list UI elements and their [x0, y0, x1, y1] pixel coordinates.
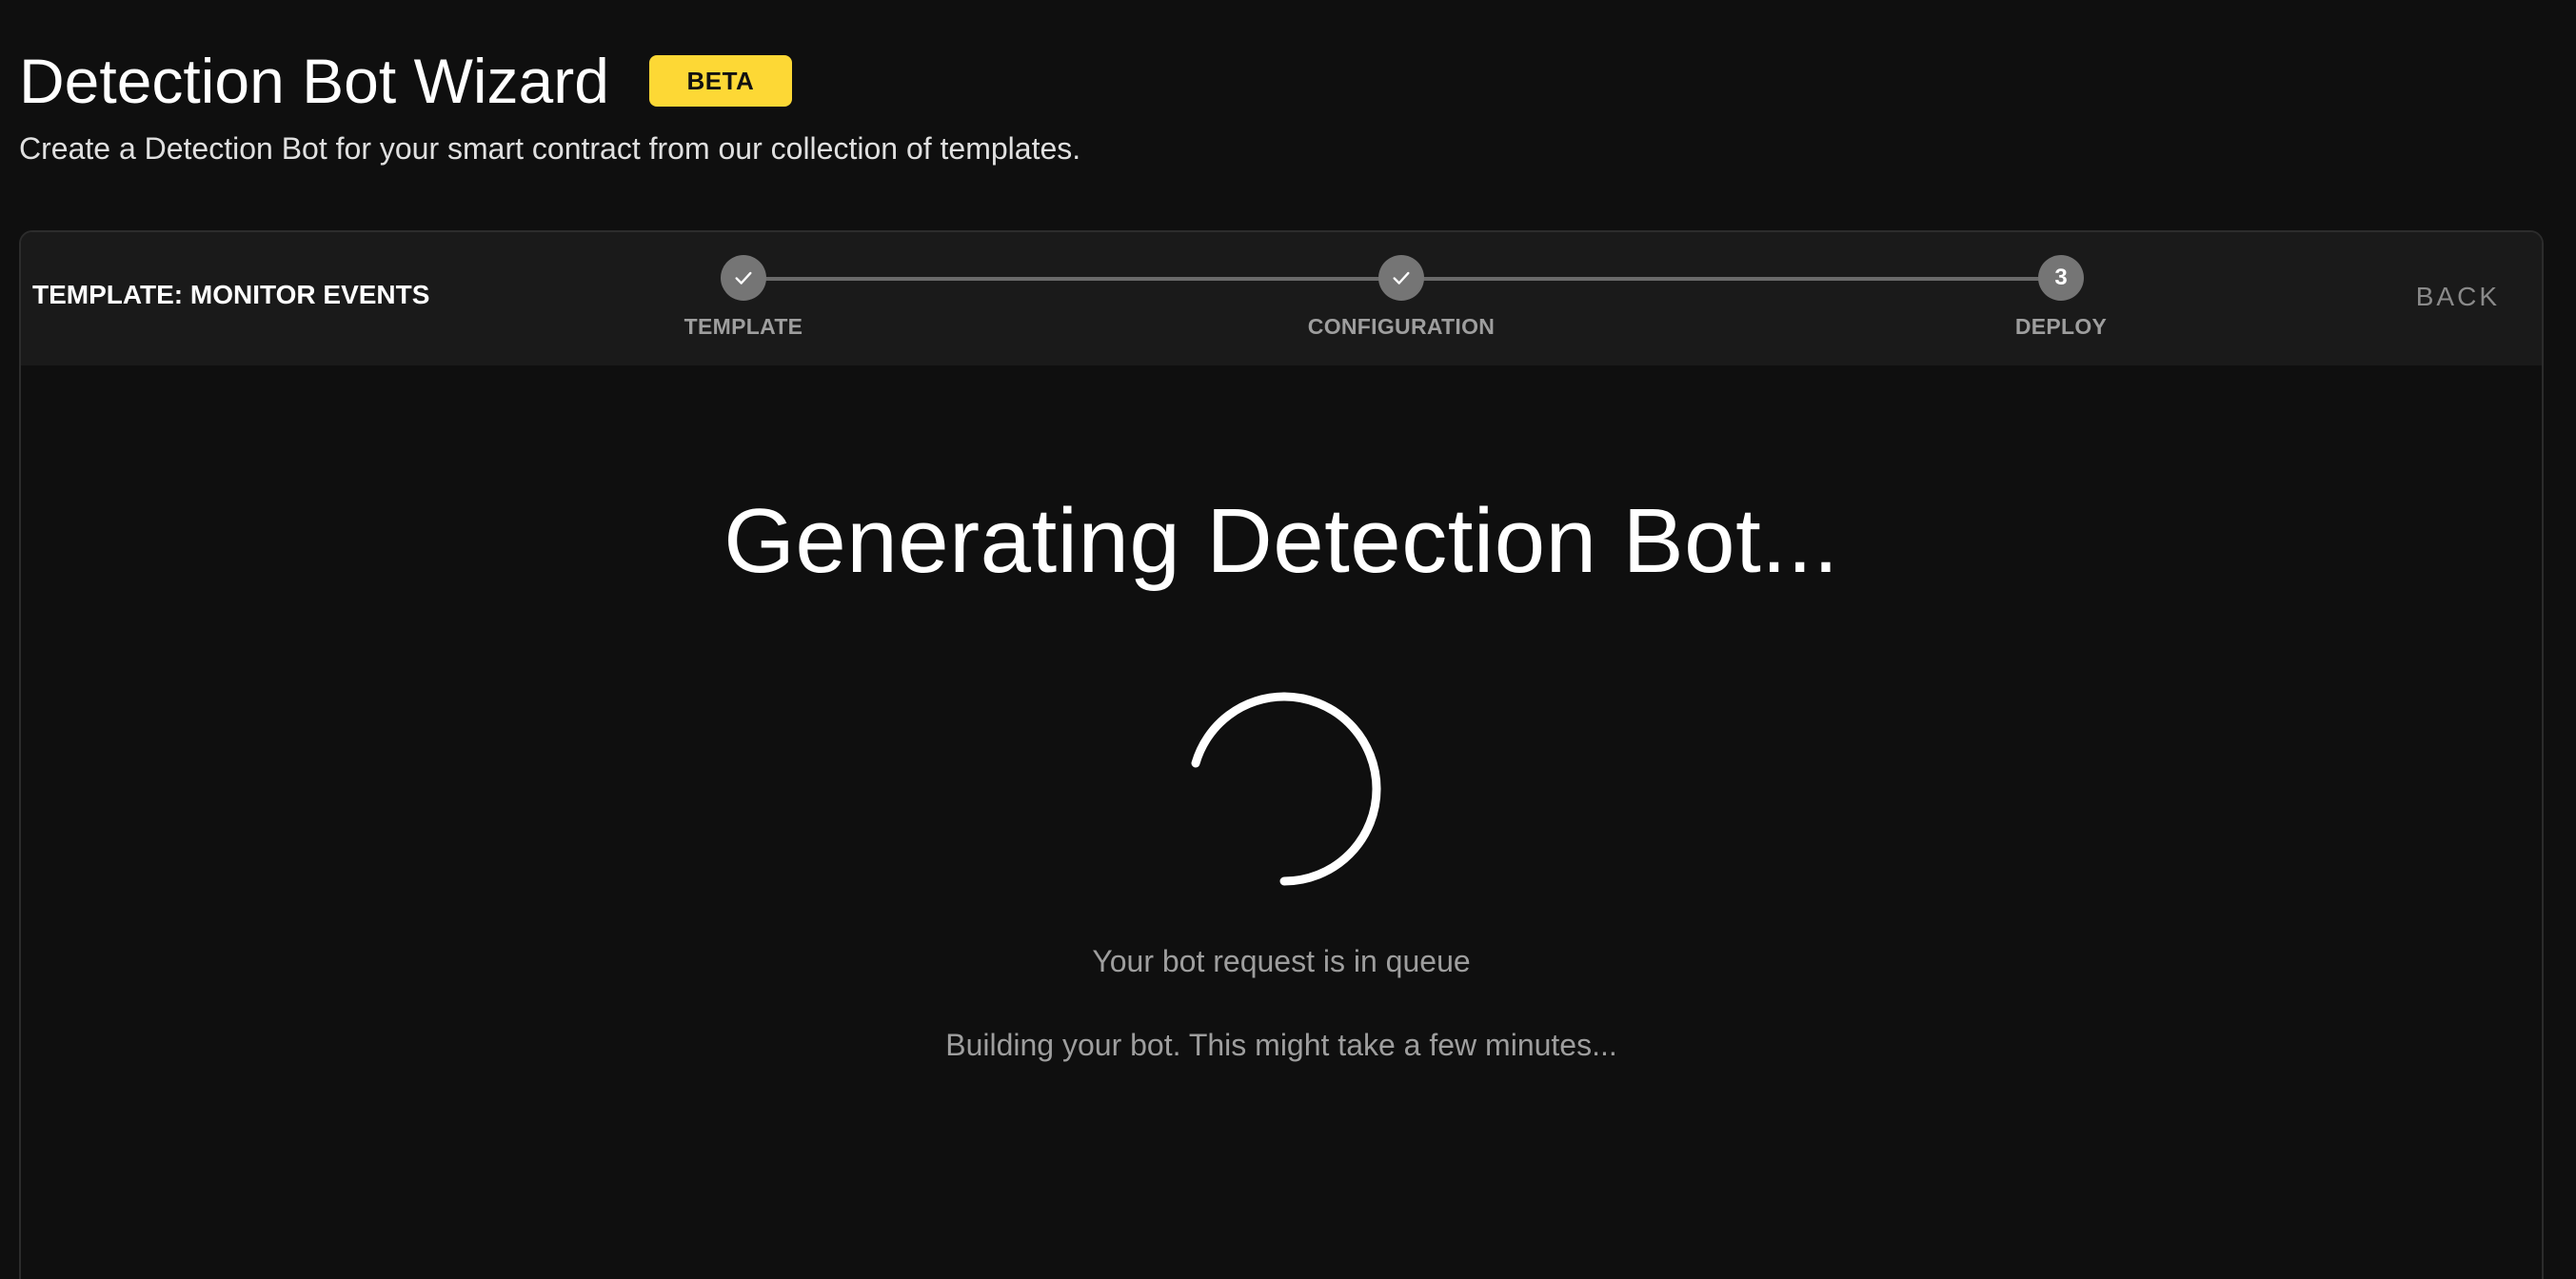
check-icon: [735, 271, 752, 285]
step-template-circle: [721, 255, 766, 301]
step-connector-1: [744, 277, 1401, 281]
back-button[interactable]: BACK: [2416, 282, 2500, 312]
step-deploy-circle: 3: [2038, 255, 2084, 301]
queue-status-text: Your bot request is in queue: [1092, 944, 1471, 978]
step-configuration-label: CONFIGURATION: [1307, 314, 1496, 339]
step-template-label: TEMPLATE: [684, 314, 803, 339]
page-title: Detection Bot Wizard: [19, 46, 609, 116]
step-connector-2: [1401, 277, 2062, 281]
wizard-card: TEMPLATE: MONITOR EVENTS TEMPLATE CONFIG…: [19, 230, 2544, 1279]
wizard-header-bar: TEMPLATE: MONITOR EVENTS TEMPLATE CONFIG…: [21, 232, 2542, 365]
title-row: Detection Bot Wizard BETA: [19, 38, 1080, 124]
generating-heading: Generating Detection Bot...: [723, 490, 1839, 592]
detection-bot-wizard-page: Detection Bot Wizard BETA Create a Detec…: [0, 0, 2576, 1279]
beta-badge: BETA: [648, 55, 792, 107]
step-configuration-circle: [1378, 255, 1424, 301]
page-subtitle: Create a Detection Bot for your smart co…: [19, 131, 1081, 166]
page-header: Detection Bot Wizard BETA Create a Detec…: [19, 38, 1080, 167]
wizard-stepper: TEMPLATE CONFIGURATION 3 DEPLOY: [21, 232, 2542, 365]
step-deploy-label: DEPLOY: [2014, 314, 2108, 339]
loading-spinner-icon: [1191, 692, 1381, 886]
check-icon: [1393, 271, 1410, 285]
building-status-text: Building your bot. This might take a few…: [945, 1028, 1617, 1062]
